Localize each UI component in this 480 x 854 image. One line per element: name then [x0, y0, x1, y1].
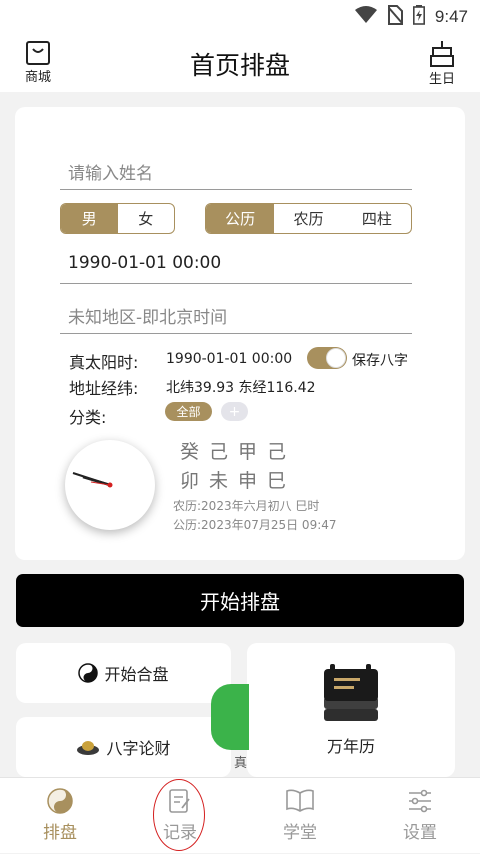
coords-label: 地址经纬: [69, 379, 139, 398]
name-input[interactable]: 请输入姓名 [60, 159, 412, 190]
clock-icon [72, 472, 113, 488]
bottom-nav: 排盘 记录 学堂 设置 [0, 777, 480, 853]
nav-label-school: 学堂 [283, 823, 317, 843]
bazi-branches: 卯未申巳 [180, 470, 297, 492]
birth-datetime-input[interactable]: 1990-01-01 00:00 [60, 253, 412, 284]
yin-yang-icon [78, 663, 99, 683]
category-add-button[interactable]: + [221, 402, 248, 421]
nav-label-settings: 设置 [403, 823, 437, 843]
category-label: 分类: [69, 408, 107, 427]
page-title: 首页排盘 [189, 51, 290, 80]
gender-male-option[interactable]: 男 [61, 204, 118, 233]
name-placeholder: 请输入姓名 [68, 164, 153, 184]
solar-time-value: 1990-01-01 00:00 [166, 351, 293, 367]
gender-segment: 男 女 [60, 203, 175, 234]
hepan-label: 开始合盘 [104, 665, 169, 684]
calendar-label: 万年历 [326, 737, 375, 756]
birthday-label: 生日 [428, 72, 455, 87]
birthday-cake-icon [430, 41, 454, 67]
open-book-icon [286, 789, 314, 812]
status-time: 9:47 [434, 7, 468, 26]
start-chart-button[interactable]: 开始排盘 [16, 574, 464, 627]
birthday-button[interactable]: 生日 [418, 40, 466, 88]
status-bar: 9:47 [0, 0, 480, 34]
partial-text: 真 [234, 756, 248, 771]
wealth-tile[interactable]: 八字论财 [16, 717, 231, 777]
solar-date: 公历:2023年07月25日 09:47 [173, 518, 337, 532]
calendar-lunar-option[interactable]: 农历 [274, 204, 342, 233]
calendar-tile[interactable]: 万年历 [247, 643, 455, 777]
nav-item-settings[interactable]: 设置 [360, 778, 480, 854]
location-input[interactable]: 未知地区-即北京时间 [60, 303, 412, 334]
sliders-icon [409, 789, 431, 813]
location-value: 未知地区-即北京时间 [68, 308, 228, 328]
calendar-type-segment: 公历 农历 四柱 [205, 203, 412, 234]
wechat-bubble-icon [211, 684, 249, 750]
hepan-tile[interactable]: 开始合盘 [16, 643, 231, 703]
birth-datetime-value: 1990-01-01 00:00 [68, 253, 222, 273]
no-sim-icon [387, 5, 403, 29]
lunar-date: 农历:2023年六月初八 巳时 [173, 499, 320, 513]
bazi-stems: 癸己甲己 [180, 441, 297, 463]
clock-face [65, 440, 155, 530]
nav-item-paipan[interactable]: 排盘 [0, 778, 120, 854]
gender-female-option[interactable]: 女 [118, 204, 175, 233]
save-bazi-label: 保存八字 [352, 353, 408, 369]
gold-ingot-icon [77, 741, 100, 755]
battery-icon [412, 5, 425, 29]
app-header: 商城 首页排盘 生日 [0, 34, 480, 92]
category-chip-all[interactable]: 全部 [165, 402, 212, 421]
save-bazi-toggle[interactable] [307, 347, 347, 369]
solar-time-label: 真太阳时: [69, 353, 139, 372]
nav-item-school[interactable]: 学堂 [240, 778, 360, 854]
calendar-solar-option[interactable]: 公历 [206, 204, 275, 233]
calendar-book-icon [324, 664, 378, 721]
calendar-pillars-option[interactable]: 四柱 [343, 204, 411, 233]
annotation-circle [153, 779, 205, 851]
coords-value: 北纬39.93 东经116.42 [166, 380, 316, 396]
nav-label-paipan: 排盘 [43, 823, 77, 843]
wifi-icon [354, 6, 377, 28]
yin-yang-icon [47, 788, 73, 814]
wealth-label: 八字论财 [106, 739, 171, 758]
chart-input-card: 请输入姓名 男 女 公历 农历 四柱 1990-01-01 00:00 未知地区… [15, 107, 465, 560]
